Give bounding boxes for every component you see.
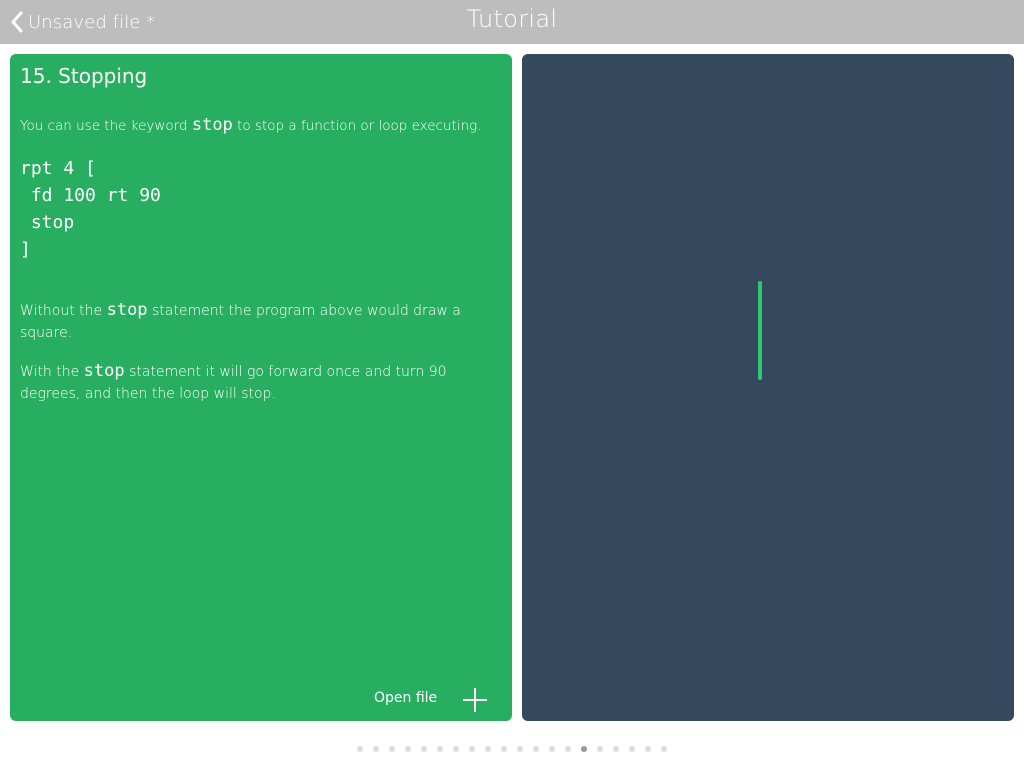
drawn-line <box>758 281 762 380</box>
page-dot[interactable] <box>613 746 619 752</box>
page-indicator <box>0 744 1024 754</box>
code-block: rpt 4 [ fd 100 rt 90 stop] <box>20 155 161 263</box>
tutorial-heading: 15. Stopping <box>20 64 148 88</box>
page-dot[interactable] <box>645 746 651 752</box>
add-button[interactable] <box>461 686 489 714</box>
page-dot[interactable] <box>389 746 395 752</box>
page-dot[interactable] <box>661 746 667 752</box>
para3-text-before: With the <box>20 364 84 380</box>
intro-paragraph: You can use the keyword stop to stop a f… <box>20 114 505 137</box>
open-file-button[interactable]: Open file <box>374 690 437 706</box>
page-dot[interactable] <box>565 746 571 752</box>
intro-keyword: stop <box>191 115 233 135</box>
code-line: rpt 4 [ <box>20 158 96 179</box>
page-dot[interactable] <box>597 746 603 752</box>
plus-icon <box>461 686 489 714</box>
top-bar: Unsaved file * Tutorial <box>0 0 1024 44</box>
code-line: ] <box>20 239 31 260</box>
explanation-paragraph-1: Without the stop statement the program a… <box>20 299 505 344</box>
para2-keyword: stop <box>106 300 148 320</box>
page-dot[interactable] <box>485 746 491 752</box>
code-line: stop <box>20 212 75 233</box>
code-line: fd 100 rt 90 <box>20 185 161 206</box>
page-title: Tutorial <box>466 5 558 33</box>
page-dot[interactable] <box>405 746 411 752</box>
tutorial-panel: 15. Stopping You can use the keyword sto… <box>10 54 512 721</box>
page-dot[interactable] <box>373 746 379 752</box>
intro-text-before: You can use the keyword <box>20 118 192 134</box>
page-dot[interactable] <box>549 746 555 752</box>
page-dot[interactable] <box>421 746 427 752</box>
intro-text-after: to stop a function or loop executing. <box>232 118 482 134</box>
page-dot-active[interactable] <box>581 746 587 752</box>
page-dot[interactable] <box>469 746 475 752</box>
page-dot[interactable] <box>501 746 507 752</box>
page-dot[interactable] <box>357 746 363 752</box>
page-dot[interactable] <box>437 746 443 752</box>
page-dot[interactable] <box>629 746 635 752</box>
explanation-paragraph-2: With the stop statement it will go forwa… <box>20 360 505 405</box>
page-dot[interactable] <box>453 746 459 752</box>
para3-keyword: stop <box>83 361 125 381</box>
drawing-canvas[interactable] <box>522 54 1014 721</box>
page-dot[interactable] <box>533 746 539 752</box>
page-dot[interactable] <box>517 746 523 752</box>
para2-text-before: Without the <box>20 303 107 319</box>
